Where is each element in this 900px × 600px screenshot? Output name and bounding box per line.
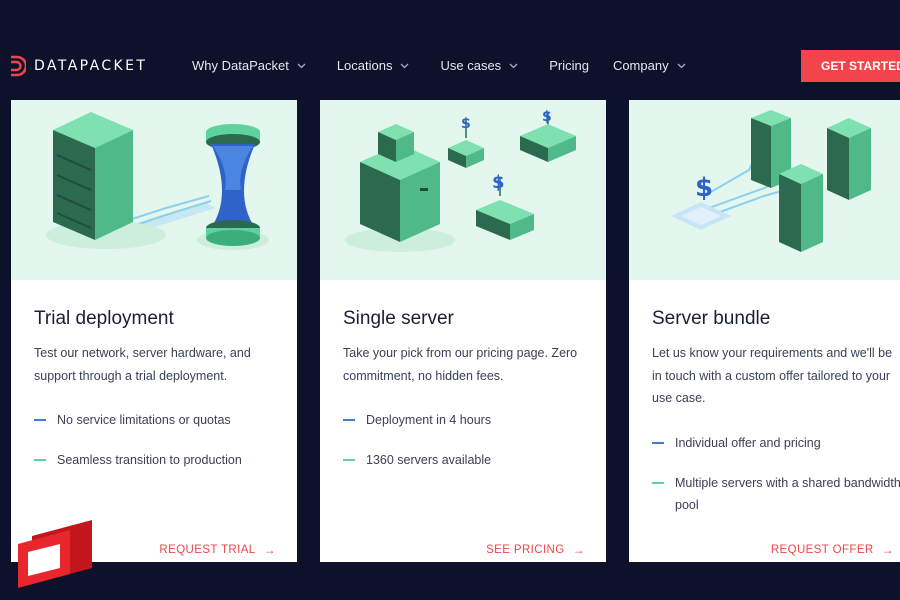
link-label: SEE PRICING	[486, 544, 565, 556]
card-server-bundle: $ Server bundle Let us know your require…	[629, 100, 900, 562]
bullet-dash-icon	[652, 481, 664, 484]
nav-locations[interactable]: Locations	[337, 58, 410, 73]
server-pricing-icon: $ $ $	[345, 109, 576, 252]
arrow-right-icon: →	[572, 543, 585, 557]
bullet-dash-icon	[343, 458, 355, 461]
svg-text:$: $	[492, 172, 505, 193]
card-description: Let us know your requirements and we'll …	[652, 346, 893, 405]
card-trial-deployment: Trial deployment Test our network, serve…	[11, 100, 297, 562]
bullet-text: Multiple servers with a shared bandwidth…	[675, 475, 900, 513]
channel-logo-icon	[18, 520, 92, 588]
bullet-text: Individual offer and pricing	[675, 436, 821, 450]
bullet-text: 1360 servers available	[366, 452, 492, 467]
chevron-down-icon	[401, 63, 409, 68]
nav-use-cases[interactable]: Use cases	[440, 58, 518, 73]
card-single-server: $ $ $ Single server Take your pick from …	[320, 100, 606, 562]
card-description: Take your pick from our pricing page. Ze…	[343, 346, 578, 383]
see-pricing-link[interactable]: SEE PRICING →	[486, 543, 585, 557]
get-started-button[interactable]: GET STARTED	[801, 50, 900, 82]
bullet-dash-icon	[652, 442, 664, 444]
brand-logo[interactable]: DATAPACKET	[8, 55, 147, 77]
bullet-text: Seamless transition to production	[57, 452, 242, 467]
list-item: No service limitations or quotas	[34, 409, 284, 432]
card-description: Test our network, server hardware, and s…	[34, 346, 251, 383]
bullet-dash-icon	[343, 419, 355, 421]
card-title: Single server	[343, 308, 454, 329]
nav-label: Why DataPacket	[192, 58, 289, 73]
arrow-right-icon: →	[881, 543, 894, 557]
list-item: Deployment in 4 hours	[343, 409, 593, 432]
bullet-dash-icon	[34, 419, 46, 421]
feature-list: Individual offer and pricing Multiple se…	[652, 432, 900, 534]
server-bundle-icon: $	[671, 110, 871, 252]
server-bundle-illustration: $	[629, 100, 900, 280]
brand-name: DATAPACKET	[34, 58, 148, 74]
list-item: Individual offer and pricing	[652, 432, 900, 455]
card-title: Trial deployment	[34, 308, 174, 329]
feature-list: No service limitations or quotas Seamles…	[34, 409, 284, 488]
nav-company[interactable]: Company	[613, 58, 686, 73]
request-offer-link[interactable]: REQUEST OFFER →	[771, 543, 894, 557]
datapacket-logo-icon	[11, 55, 26, 77]
link-label: REQUEST OFFER	[770, 544, 874, 556]
list-item: Multiple servers with a shared bandwidth…	[652, 472, 900, 517]
nav-label: Use cases	[440, 58, 502, 73]
trial-illustration	[11, 100, 297, 280]
chevron-down-icon	[509, 63, 518, 68]
bullet-text: No service limitations or quotas	[57, 413, 231, 427]
svg-text:$: $	[542, 109, 552, 125]
card-title: Server bundle	[652, 308, 771, 329]
nav-why-datapacket[interactable]: Why DataPacket	[192, 58, 306, 73]
list-item: 1360 servers available	[343, 449, 593, 472]
arrow-right-icon: →	[263, 543, 276, 557]
link-label: REQUEST TRIAL	[159, 544, 256, 556]
chevron-down-icon	[677, 63, 686, 68]
nav-label: Locations	[336, 58, 393, 73]
server-hourglass-icon	[46, 112, 269, 250]
main-nav: Why DataPacket Locations Use cases Prici…	[192, 58, 686, 73]
single-server-illustration: $ $ $	[320, 100, 606, 280]
nav-pricing[interactable]: Pricing	[549, 58, 589, 73]
site-header: DATAPACKET Why DataPacket Locations Use …	[0, 0, 900, 100]
feature-list: Deployment in 4 hours 1360 servers avail…	[343, 409, 593, 488]
request-trial-link[interactable]: REQUEST TRIAL →	[159, 543, 276, 557]
svg-text:$: $	[461, 116, 471, 132]
bullet-dash-icon	[34, 458, 46, 461]
list-item: Seamless transition to production	[34, 449, 284, 472]
svg-text:$: $	[695, 173, 713, 203]
nav-label: Pricing	[549, 58, 589, 73]
nav-label: Company	[612, 58, 669, 73]
chevron-down-icon	[297, 63, 306, 68]
bullet-text: Deployment in 4 hours	[366, 413, 492, 427]
